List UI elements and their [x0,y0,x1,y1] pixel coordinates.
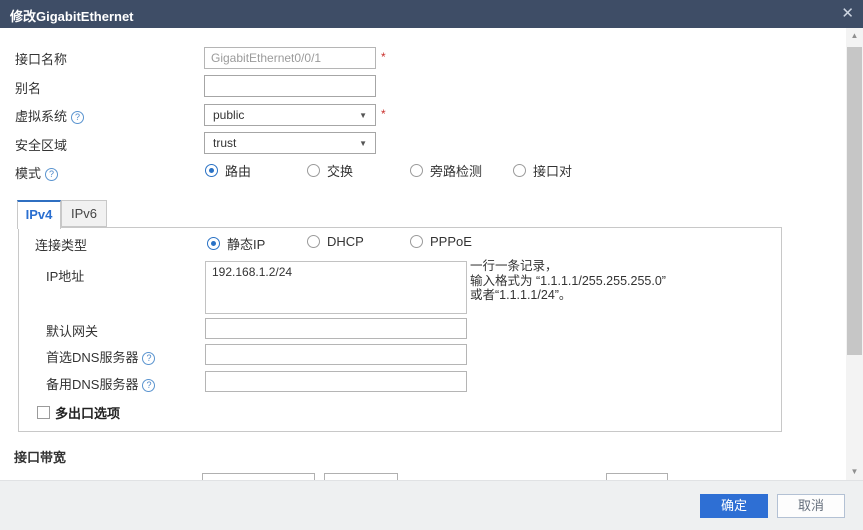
scroll-up-icon[interactable]: ▲ [846,28,863,44]
scroll-down-icon[interactable]: ▼ [846,464,863,480]
mode-label: 模式? [15,163,58,182]
radio-icon [307,235,320,248]
virtual-system-select[interactable]: public ▼ [204,104,376,126]
alias-label: 别名 [15,78,41,97]
secondary-dns-label-text: 备用DNS服务器 [46,377,138,392]
multi-exit-option[interactable]: 多出口选项 [37,403,120,422]
security-zone-select[interactable]: trust ▼ [204,132,376,154]
primary-dns-label: 首选DNS服务器? [46,347,155,366]
mode-option-switch[interactable]: 交换 [307,161,353,180]
connection-type-pppoe[interactable]: PPPoE [410,234,472,249]
ip-format-hint-line: 一行一条记录， [470,259,666,274]
radio-icon [307,164,320,177]
chevron-down-icon: ▼ [359,111,367,120]
connection-type-label: 连接类型 [35,235,87,254]
default-gateway-label: 默认网关 [46,321,98,340]
secondary-dns-input[interactable] [205,371,467,392]
checkbox-icon [37,406,50,419]
tab-ipv6-label: IPv6 [71,206,97,221]
help-icon[interactable]: ? [71,111,84,124]
alias-input[interactable] [204,75,376,97]
dialog-footer: 确定 取消 [0,480,863,530]
ip-address-textarea[interactable]: 192.168.1.2/24 [205,261,467,314]
interface-name-label: 接口名称 [15,49,67,68]
mode-option-label: 交换 [327,161,353,180]
tab-ipv6[interactable]: IPv6 [61,200,107,227]
primary-dns-label-text: 首选DNS服务器 [46,350,138,365]
security-zone-value: trust [213,136,236,150]
help-icon[interactable]: ? [142,379,155,392]
primary-dns-input[interactable] [205,344,467,365]
connection-type-option-label: PPPoE [430,234,472,249]
dialog-title: 修改GigabitEthernet [10,6,134,25]
dialog-titlebar: 修改GigabitEthernet ✕ [0,0,863,28]
virtual-system-label: 虚拟系统? [15,106,84,125]
radio-icon [513,164,526,177]
connection-type-static-ip[interactable]: 静态IP [207,234,265,253]
tab-ipv4-label: IPv4 [26,207,53,222]
modify-interface-dialog: 修改GigabitEthernet ✕ 接口名称 * 别名 虚拟系统? publ… [0,0,863,530]
secondary-dns-label: 备用DNS服务器? [46,374,155,393]
radio-icon [410,235,423,248]
mode-option-route[interactable]: 路由 [205,161,251,180]
security-zone-label: 安全区域 [15,135,67,154]
close-icon[interactable]: ✕ [841,4,854,24]
virtual-system-label-text: 虚拟系统 [15,109,67,124]
help-icon[interactable]: ? [45,168,58,181]
connection-type-option-label: 静态IP [227,234,265,253]
mode-label-text: 模式 [15,166,41,181]
ip-format-hint-line: 或者“1.1.1.1/24”。 [470,288,666,303]
default-gateway-input[interactable] [205,318,467,339]
vertical-scrollbar[interactable]: ▲ ▼ [846,28,863,480]
connection-type-option-label: DHCP [327,234,364,249]
ip-format-hint-line: 输入格式为 “1.1.1.1/255.255.255.0” [470,274,666,289]
scrollbar-thumb[interactable] [847,47,862,355]
mode-option-label: 接口对 [533,161,572,180]
connection-type-dhcp[interactable]: DHCP [307,234,364,249]
chevron-down-icon: ▼ [359,139,367,148]
mode-option-label: 路由 [225,161,251,180]
radio-selected-icon [205,164,218,177]
multi-exit-label: 多出口选项 [55,403,120,422]
required-asterisk: * [381,107,386,121]
virtual-system-value: public [213,108,244,122]
ok-button[interactable]: 确定 [700,494,768,518]
bandwidth-section-title: 接口带宽 [14,447,66,466]
required-asterisk: * [381,50,386,64]
ip-format-hint: 一行一条记录， 输入格式为 “1.1.1.1/255.255.255.0” 或者… [470,259,666,303]
radio-icon [410,164,423,177]
mode-option-label: 旁路检测 [430,161,482,180]
cancel-button[interactable]: 取消 [777,494,845,518]
mode-option-interface-pair[interactable]: 接口对 [513,161,572,180]
help-icon[interactable]: ? [142,352,155,365]
tab-ipv4[interactable]: IPv4 [17,200,61,229]
interface-name-input[interactable] [204,47,376,69]
ip-address-label: IP地址 [46,266,84,285]
mode-option-bypass[interactable]: 旁路检测 [410,161,482,180]
radio-selected-icon [207,237,220,250]
